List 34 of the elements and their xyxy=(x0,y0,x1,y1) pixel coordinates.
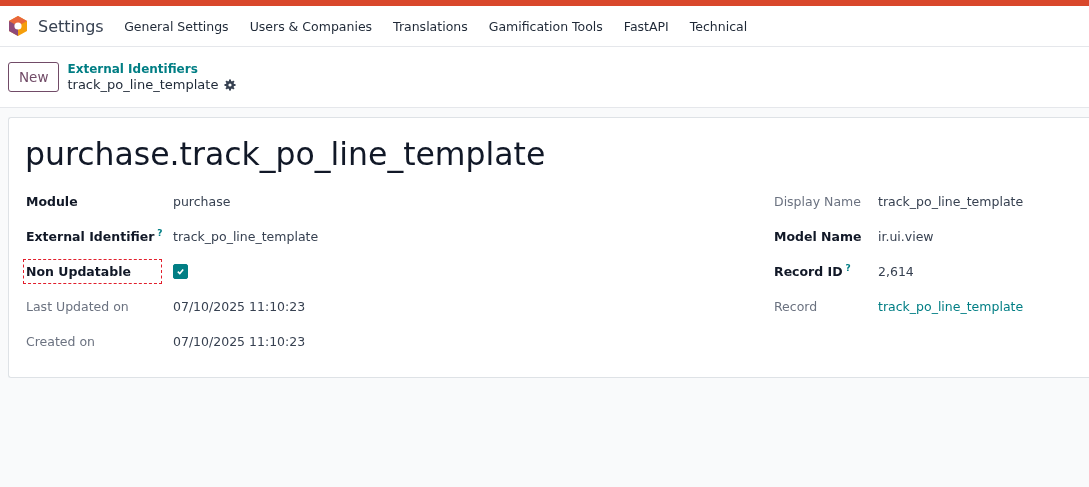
field-value: track_po_line_template xyxy=(173,229,320,244)
check-icon xyxy=(176,267,185,276)
breadcrumb-link[interactable]: External Identifiers xyxy=(67,61,237,77)
menu-item[interactable]: Technical xyxy=(679,18,758,34)
menu-item[interactable]: Gamification Tools xyxy=(478,18,614,34)
field-value: 2,614 xyxy=(878,264,915,279)
record-title: purchase.track_po_line_template xyxy=(25,136,547,172)
field-label: Model Name xyxy=(773,228,863,246)
field-value: 07/10/2025 11:10:23 xyxy=(173,299,307,314)
app-name[interactable]: Settings xyxy=(38,16,104,36)
field-value: purchase xyxy=(173,194,232,209)
field-value: ir.ui.view xyxy=(878,229,935,244)
field-value: track_po_line_template xyxy=(878,194,1025,209)
record-link[interactable]: track_po_line_template xyxy=(878,299,1073,314)
menu-item[interactable]: FastAPI xyxy=(613,18,680,34)
field-label: Last Updated on xyxy=(25,298,130,316)
field-label: External Identifier $^{?}$ xyxy=(25,227,164,247)
menu-item[interactable]: Users & Companies xyxy=(239,18,383,34)
menu-item[interactable]: Translations xyxy=(382,18,479,34)
checkbox[interactable] xyxy=(173,264,188,279)
record-name: track_po_line_template xyxy=(67,77,219,93)
field-label: Record xyxy=(773,298,819,316)
field-label: Record ID $^{?}$ xyxy=(773,262,852,282)
field-value: 07/10/2025 11:10:23 xyxy=(173,334,307,349)
field-label: Non Updatable xyxy=(24,260,161,283)
field-label: Display Name xyxy=(773,193,862,211)
field-label: Created on xyxy=(25,333,96,351)
settings-icon[interactable] xyxy=(224,79,237,91)
field-label: Module xyxy=(25,193,79,211)
new-button[interactable]: New xyxy=(8,62,60,92)
app-logo-icon[interactable] xyxy=(8,15,28,37)
menu-item[interactable]: General Settings xyxy=(113,18,240,34)
help-tooltip-mark[interactable]: ? xyxy=(845,263,851,274)
help-tooltip-mark[interactable]: ? xyxy=(157,228,163,239)
